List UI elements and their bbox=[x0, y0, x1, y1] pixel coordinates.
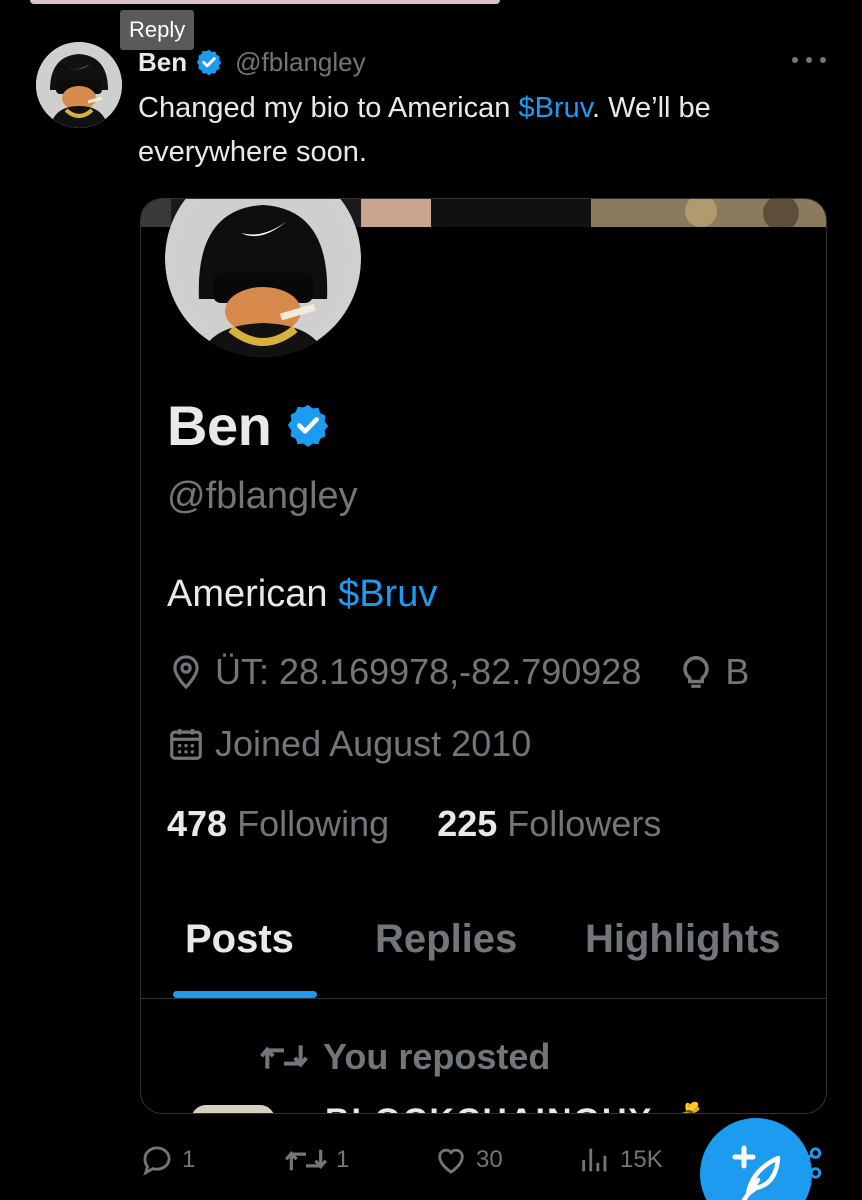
tweet-text: Changed my bio to American $Bruv. We’ll … bbox=[138, 86, 818, 174]
like-icon bbox=[438, 1148, 464, 1174]
like-button[interactable]: 30 bbox=[434, 1142, 503, 1178]
verified-badge-icon bbox=[288, 404, 329, 448]
profile-extra-meta: B bbox=[725, 651, 750, 692]
followers-count: 225 bbox=[437, 803, 498, 844]
top-strip bbox=[0, 0, 862, 6]
cashtag-link[interactable]: $Bruv bbox=[518, 92, 592, 124]
location-icon bbox=[173, 655, 199, 690]
author-handle[interactable]: @fblangley bbox=[235, 47, 365, 78]
reply-icon bbox=[143, 1146, 171, 1176]
views-button[interactable]: 15K bbox=[578, 1142, 663, 1178]
profile-name-row: Ben bbox=[167, 393, 331, 457]
profile-handle: @fblangley bbox=[167, 475, 358, 517]
followers-label: Followers bbox=[507, 803, 662, 844]
retweet-button[interactable]: 1 bbox=[284, 1142, 349, 1178]
next-post-author: BLOCKCHAINGUY 💰 bbox=[325, 1101, 708, 1113]
tab-posts: Posts bbox=[185, 917, 294, 961]
previous-media-edge bbox=[30, 0, 500, 4]
tab-highlights: Highlights bbox=[585, 917, 781, 961]
profile-bio-cashtag: $Bruv bbox=[338, 573, 438, 615]
next-post-preview: BLOCKCHAINGUY 💰 bbox=[191, 1099, 791, 1113]
profile-avatar[interactable] bbox=[165, 199, 361, 357]
views-icon bbox=[582, 1148, 607, 1172]
profile-location: ÜT: 28.169978,-82.790928 bbox=[215, 651, 642, 692]
repost-icon bbox=[259, 1045, 309, 1069]
tab-replies: Replies bbox=[375, 917, 518, 961]
active-tab-indicator bbox=[173, 991, 317, 998]
repost-context: You reposted bbox=[259, 1035, 550, 1079]
tweet-header: Ben @fblangley bbox=[138, 44, 366, 80]
next-post-avatar bbox=[191, 1105, 275, 1113]
profile-meta-row: ÜT: 28.169978,-82.790928 B bbox=[167, 647, 749, 697]
like-count: 30 bbox=[476, 1146, 503, 1173]
media-card[interactable]: Ben @fblangley American $Bruv ÜT: 28.169… bbox=[140, 198, 827, 1114]
tweet-text-before: Changed my bio to American bbox=[138, 92, 519, 124]
calendar-icon bbox=[170, 728, 202, 760]
repost-label: You reposted bbox=[323, 1036, 551, 1077]
profile-joined: Joined August 2010 bbox=[215, 723, 532, 764]
author-avatar[interactable] bbox=[36, 42, 122, 128]
author-name[interactable]: Ben bbox=[138, 47, 187, 78]
repost-count: 1 bbox=[336, 1146, 350, 1173]
reply-count: 1 bbox=[182, 1146, 196, 1173]
profile-name: Ben bbox=[167, 393, 272, 457]
bulb-icon bbox=[683, 656, 710, 688]
profile-stats: 478 Following 225 Followers bbox=[167, 803, 661, 845]
profile-joined-row: Joined August 2010 bbox=[167, 719, 531, 769]
share-icon[interactable] bbox=[790, 1146, 824, 1180]
more-icon[interactable] bbox=[792, 50, 826, 70]
verified-badge-icon bbox=[196, 49, 222, 76]
repost-icon bbox=[284, 1149, 328, 1171]
reply-button[interactable]: 1 bbox=[140, 1142, 195, 1178]
profile-bio: American $Bruv bbox=[167, 573, 437, 616]
profile-tabs: Posts Replies Highlights bbox=[141, 905, 826, 999]
following-label: Following bbox=[237, 803, 390, 844]
views-count: 15K bbox=[620, 1146, 663, 1173]
following-count: 478 bbox=[167, 803, 228, 844]
profile-bio-prefix: American bbox=[167, 573, 339, 615]
